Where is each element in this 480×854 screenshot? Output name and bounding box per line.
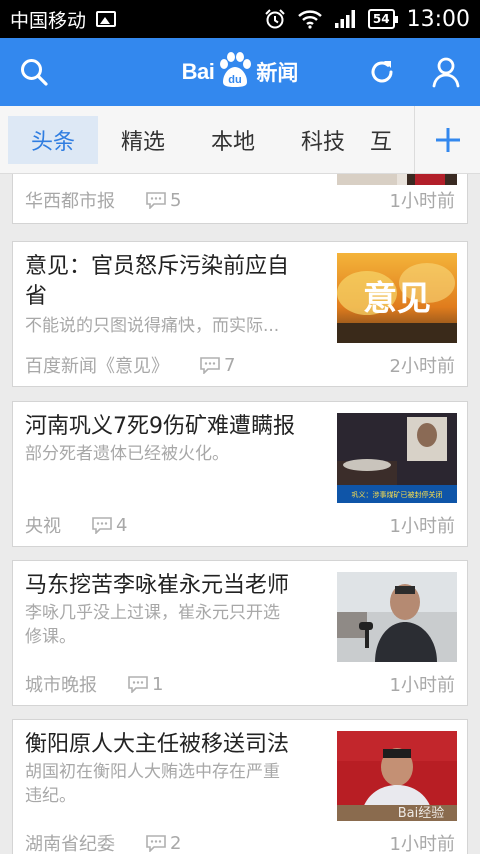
comment-icon [200, 357, 220, 374]
news-card[interactable]: 衡阳原人大主任被移送司法 胡国初在衡阳人大贿选中存在严重 违纪。 Bai经验 湖… [12, 719, 468, 854]
article-title-line: 省 [25, 284, 48, 309]
article-title-line: 意见：官员怒斥污染前应自 [25, 254, 290, 279]
comment-count: 1 [127, 674, 163, 695]
news-feed[interactable]: 华西都市报 5 1小时前 意见：官员怒斥污染前应自 省 不能说的只图说得痛快，而… [0, 174, 480, 854]
comment-count: 4 [91, 515, 127, 536]
article-summary: 不能说的只图说得痛快，而实际... [25, 316, 280, 336]
user-icon [432, 57, 460, 88]
comment-icon [146, 192, 166, 209]
news-card[interactable]: 马东挖苦李咏崔永元当老师 李咏几乎没上过课，崔永元只开选 修课。 城市晚报 1 [12, 560, 468, 706]
article-meta: 湖南省纪委 2 1小时前 [25, 828, 455, 854]
status-bar: 中国移动 54 13:00 [0, 0, 480, 38]
news-card[interactable]: 河南巩义7死9伤矿难遭瞒报 部分死者遗体已经被火化。 巩义：涉事煤矿已被封停关闭… [12, 401, 468, 547]
article-meta: 百度新闻《意见》 7 2小时前 [25, 350, 455, 380]
article-summary: 胡国初在衡阳人大贿选中存在严重 违纪。 [25, 760, 327, 808]
article-source: 城市晚报 [25, 675, 97, 696]
article-meta: 城市晚报 1 1小时前 [25, 669, 455, 699]
comment-count-text: 4 [116, 514, 128, 536]
plus-icon [435, 128, 460, 152]
status-time: 13:00 [406, 6, 470, 32]
article-title: 河南巩义7死9伤矿难遭瞒报 [25, 414, 295, 439]
tab-local[interactable]: 本地 [188, 116, 278, 164]
battery-icon: 54 [367, 9, 398, 29]
article-summary-line: 修课。 [25, 627, 76, 647]
comment-count-text: 1 [152, 673, 164, 695]
baidu-news-logo: Bai du 新闻 [181, 52, 299, 92]
refresh-button[interactable] [348, 38, 416, 106]
news-card-partial[interactable]: 华西都市报 5 1小时前 [12, 174, 468, 224]
comment-icon [92, 517, 112, 534]
search-icon [21, 59, 48, 86]
comment-count-text: 5 [170, 189, 182, 211]
alarm-icon [264, 8, 286, 30]
wifi-icon [298, 9, 322, 29]
carrier-name: 中国移动 [10, 9, 87, 32]
comment-icon [146, 835, 166, 852]
app-header: Bai du 新闻 [0, 38, 480, 106]
article-time: 1小时前 [389, 191, 455, 212]
article-source: 华西都市报 [25, 191, 115, 212]
logo-bai-text: Bai [181, 59, 215, 84]
add-category-button[interactable] [414, 106, 480, 173]
watermark: Bai经验 [398, 805, 445, 821]
user-profile-button[interactable] [412, 38, 480, 106]
thumbnail-caption: 巩义：涉事煤矿已被封停关闭 [352, 490, 443, 499]
gallery-notification-icon [96, 11, 117, 27]
tab-headlines[interactable]: 头条 [8, 115, 98, 164]
article-summary-line: 胡国初在衡阳人大贿选中存在严重 [25, 762, 280, 782]
signal-icon [334, 9, 356, 29]
article-thumbnail: 意见 [337, 253, 457, 343]
tab-internet-partial[interactable]: 互 [368, 116, 414, 164]
article-time: 1小时前 [389, 675, 455, 696]
thumbnail-caption: 意见 [363, 279, 431, 319]
article-summary-line: 违纪。 [25, 786, 76, 806]
article-source: 百度新闻《意见》 [25, 356, 169, 377]
category-tabs: 头条 精选 本地 科技 互 [0, 106, 480, 174]
article-meta: 华西都市报 5 1小时前 [25, 185, 455, 215]
article-summary: 李咏几乎没上过课，崔永元只开选 修课。 [25, 601, 327, 649]
article-source: 央视 [25, 516, 61, 537]
article-thumbnail: Bai经验 [337, 731, 457, 821]
article-time: 2小时前 [389, 356, 455, 377]
article-summary-line: 李咏几乎没上过课，崔永元只开选 [25, 603, 280, 623]
paw-logo-icon: du [216, 52, 254, 92]
logo-du-text: du [229, 74, 242, 86]
article-title: 马东挖苦李咏崔永元当老师 [25, 573, 290, 598]
article-title: 衡阳原人大主任被移送司法 [25, 732, 290, 757]
article-source: 湖南省纪委 [25, 834, 115, 854]
news-card[interactable]: 意见：官员怒斥污染前应自 省 不能说的只图说得痛快，而实际... 意见 百度新闻… [12, 241, 468, 387]
article-summary: 部分死者遗体已经被火化。 [25, 444, 229, 464]
comment-count: 7 [199, 355, 235, 376]
article-time: 1小时前 [389, 516, 455, 537]
article-thumbnail: 巩义：涉事煤矿已被封停关闭 [337, 413, 457, 503]
comment-count: 5 [145, 190, 181, 211]
comment-count: 2 [145, 833, 181, 854]
article-thumbnail [337, 174, 457, 185]
comment-count-text: 7 [224, 354, 236, 376]
article-meta: 央视 4 1小时前 [25, 510, 455, 540]
comment-count-text: 2 [170, 832, 182, 854]
article-time: 1小时前 [389, 834, 455, 854]
logo-news-text: 新闻 [256, 61, 299, 85]
tab-technology[interactable]: 科技 [278, 116, 368, 164]
article-thumbnail [337, 572, 457, 662]
refresh-icon [371, 61, 393, 83]
article-title: 意见：官员怒斥污染前应自 省 [25, 252, 323, 312]
search-button[interactable] [0, 38, 68, 106]
comment-icon [128, 676, 148, 693]
tab-featured[interactable]: 精选 [98, 116, 188, 164]
